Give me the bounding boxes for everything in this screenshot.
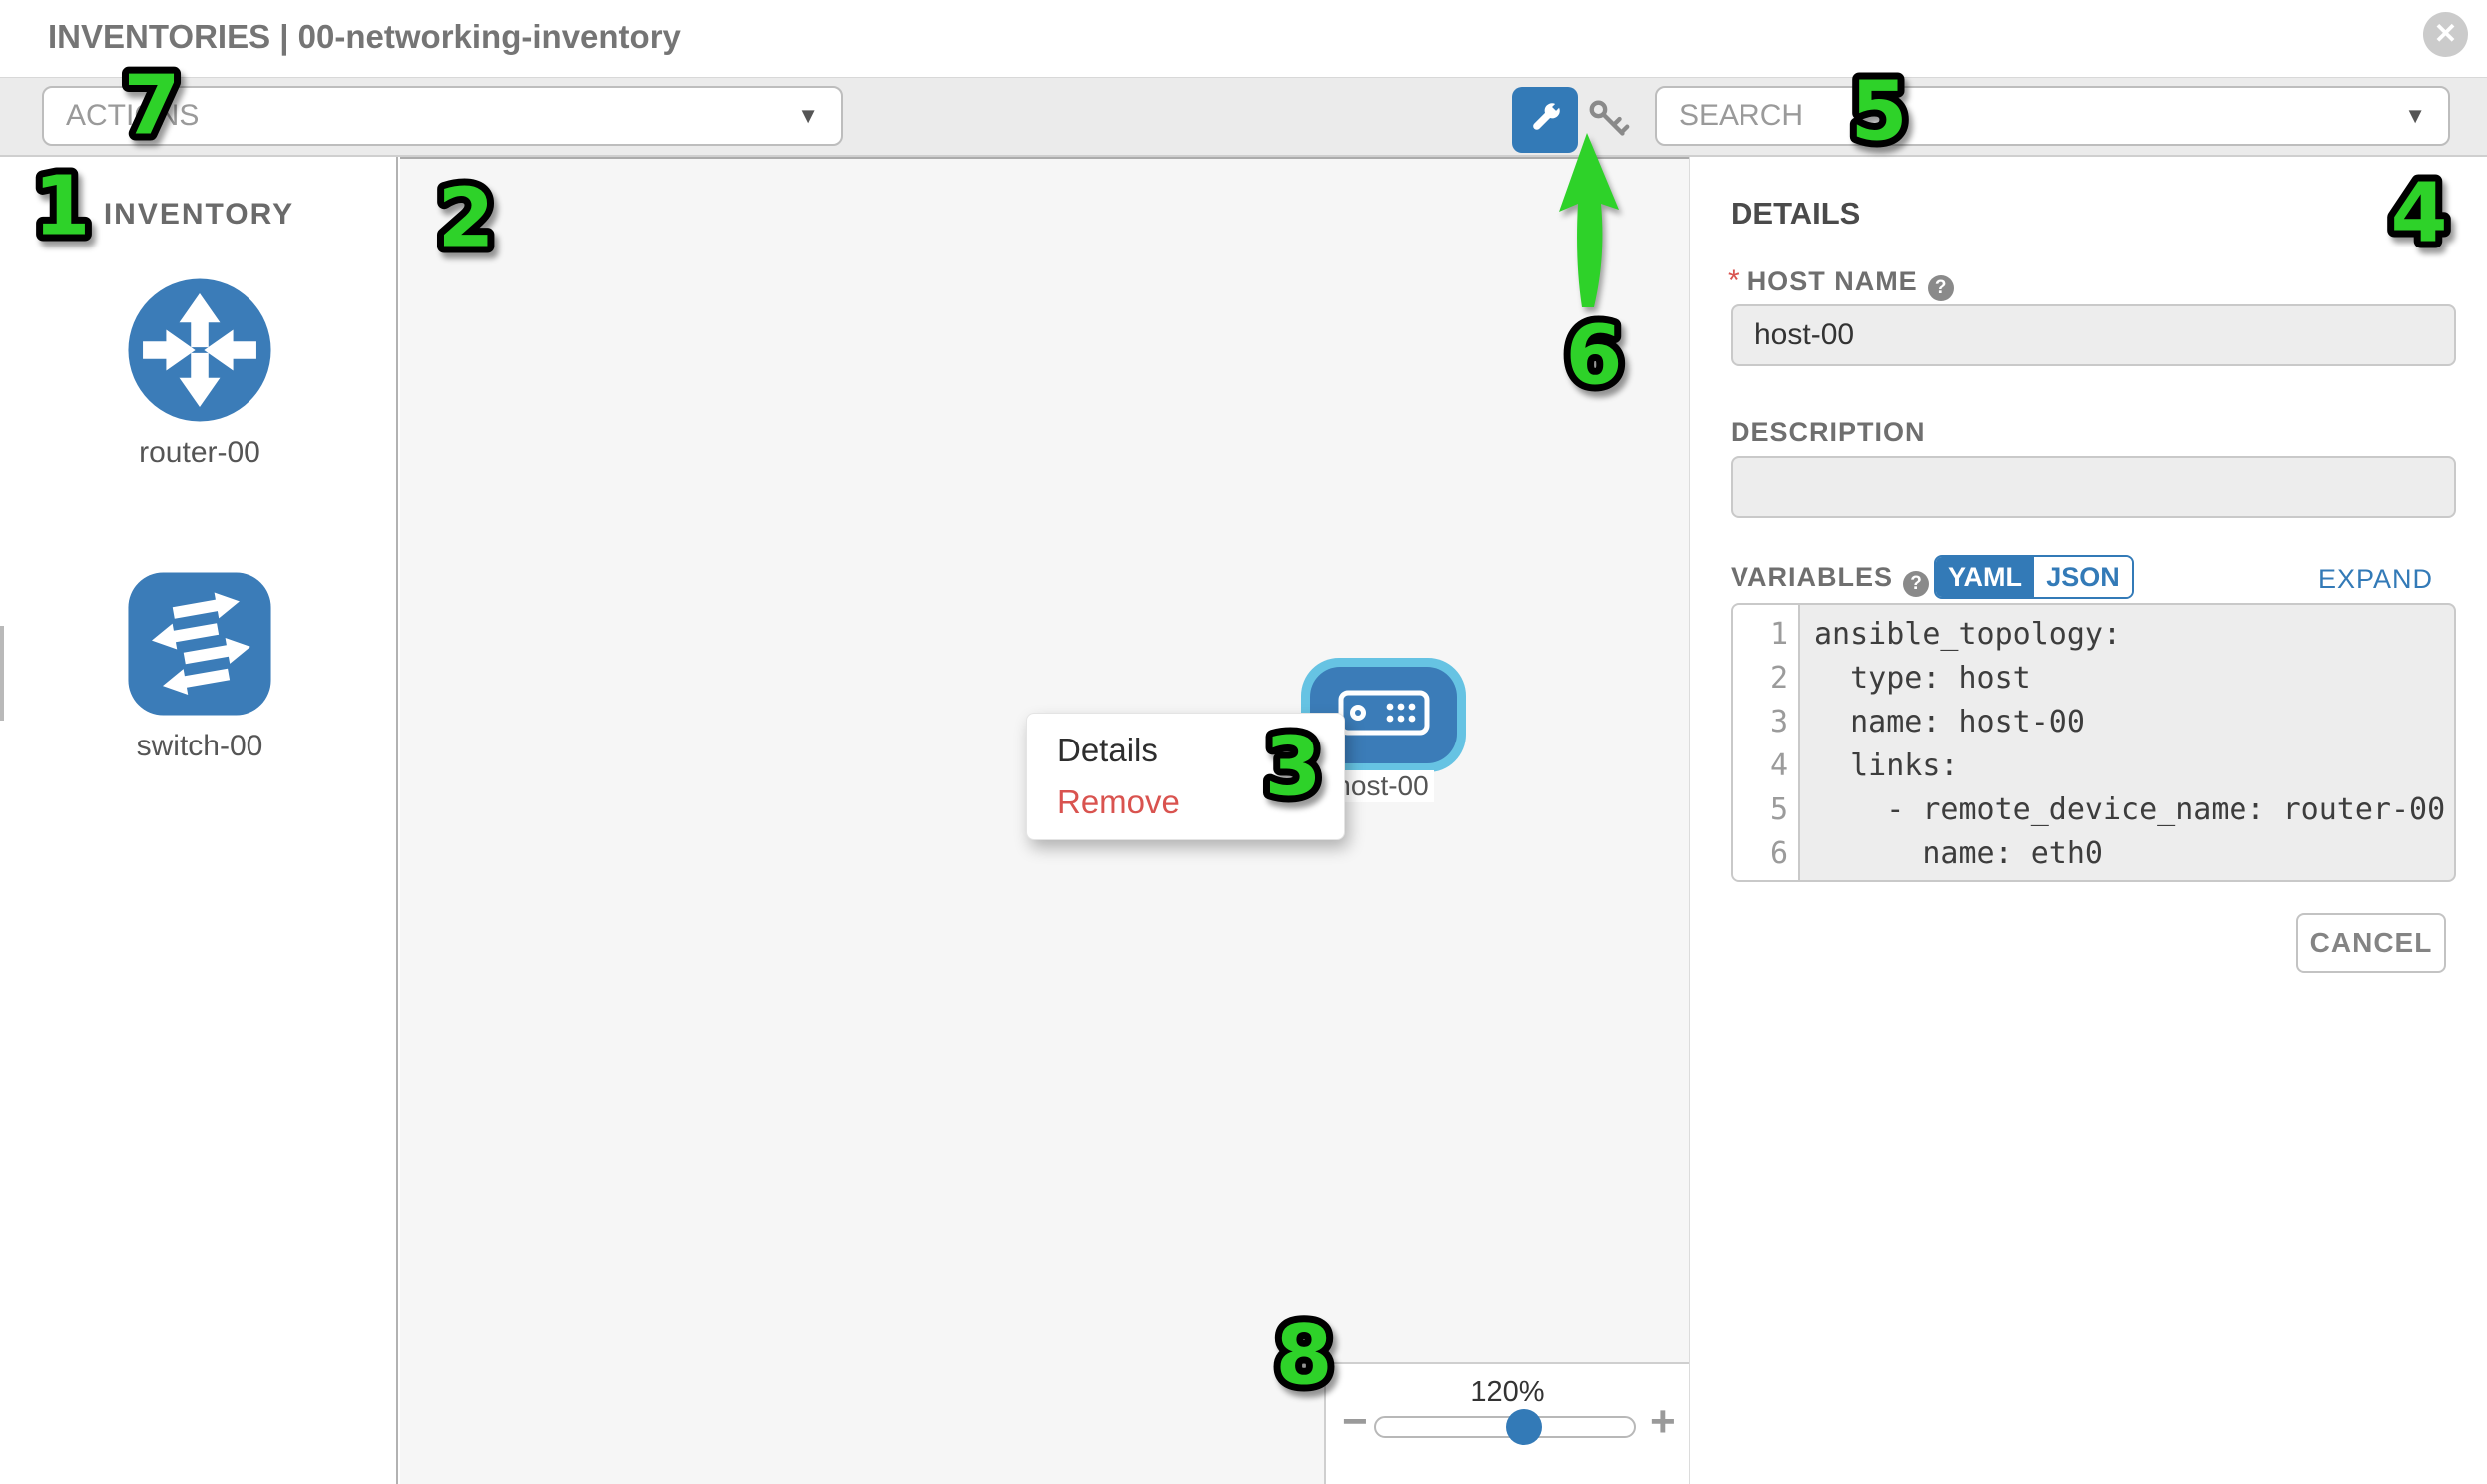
sidebar-device-switch[interactable]: switch-00: [124, 571, 275, 763]
actions-dropdown[interactable]: ACTIONS ▼: [42, 86, 843, 146]
context-menu-details[interactable]: Details: [1057, 732, 1158, 769]
key-icon: [1585, 131, 1633, 148]
zoom-in-button[interactable]: +: [1650, 1400, 1676, 1444]
editor-line-numbers: 1234567: [1733, 605, 1800, 880]
variables-editor[interactable]: 1234567 ansible_topology: type: host nam…: [1731, 603, 2456, 882]
zoom-widget: 120% − +: [1324, 1362, 1689, 1484]
router-icon: [127, 410, 272, 427]
context-menu: Details Remove: [1026, 713, 1345, 840]
actions-dropdown-label: ACTIONS: [66, 99, 199, 133]
host-icon: [1338, 690, 1430, 741]
yaml-toggle[interactable]: YAML: [1936, 557, 2034, 597]
topology-canvas[interactable]: host-00 Details Remove 120% − +: [400, 157, 1689, 1484]
host-node-label: host-00: [1330, 770, 1434, 802]
inventory-heading: INVENTORY: [0, 198, 398, 232]
details-heading: DETAILS: [1731, 196, 1860, 232]
variables-label: VARIABLES: [1731, 562, 1893, 592]
help-icon[interactable]: ?: [1903, 571, 1929, 597]
page-title: INVENTORIES | 00-networking-inventory: [48, 18, 681, 56]
sidebar-scrollbar[interactable]: [0, 626, 4, 721]
expand-link[interactable]: EXPAND: [2318, 564, 2433, 595]
header-bar: INVENTORIES | 00-networking-inventory ✕: [0, 0, 2487, 77]
context-menu-remove[interactable]: Remove: [1057, 783, 1180, 821]
zoom-slider-thumb[interactable]: [1506, 1409, 1542, 1445]
description-label: DESCRIPTION: [1731, 417, 1926, 448]
toolbar: ACTIONS ▼: [0, 77, 2487, 157]
zoom-slider-track[interactable]: [1374, 1416, 1636, 1438]
key-button[interactable]: [1585, 96, 1633, 144]
chevron-down-icon: ▼: [797, 103, 819, 129]
device-label: router-00: [127, 436, 272, 470]
json-toggle[interactable]: JSON: [2034, 557, 2132, 597]
details-panel: DETAILS *HOST NAME? DESCRIPTION VARIABLE…: [1689, 157, 2487, 1484]
zoom-level: 120%: [1326, 1376, 1689, 1409]
editor-code[interactable]: ansible_topology: type: host name: host-…: [1800, 605, 2454, 880]
inventory-topology-screen: INVENTORIES | 00-networking-inventory ✕ …: [0, 0, 2487, 1484]
close-icon[interactable]: ✕: [2423, 12, 2468, 57]
sidebar-device-router[interactable]: router-00: [127, 277, 272, 470]
device-label: switch-00: [124, 730, 275, 763]
hostname-label-row: *HOST NAME?: [1728, 264, 1954, 301]
tools-button[interactable]: [1512, 87, 1578, 153]
variables-label-row: VARIABLES?: [1731, 562, 1929, 606]
cancel-button[interactable]: CANCEL: [2296, 913, 2446, 973]
zoom-out-button[interactable]: −: [1342, 1400, 1368, 1444]
wrench-icon: [1525, 98, 1565, 143]
hostname-input[interactable]: [1731, 304, 2456, 366]
search-dropdown[interactable]: SEARCH ▼: [1655, 86, 2450, 146]
variables-format-toggle: YAML JSON: [1934, 555, 2134, 599]
help-icon[interactable]: ?: [1928, 275, 1954, 301]
search-dropdown-label: SEARCH: [1679, 99, 1803, 133]
chevron-down-icon: ▼: [2404, 103, 2426, 129]
switch-icon: [124, 704, 275, 721]
hostname-label: HOST NAME: [1747, 266, 1918, 296]
description-input[interactable]: [1731, 456, 2456, 518]
required-asterisk: *: [1728, 264, 1740, 297]
